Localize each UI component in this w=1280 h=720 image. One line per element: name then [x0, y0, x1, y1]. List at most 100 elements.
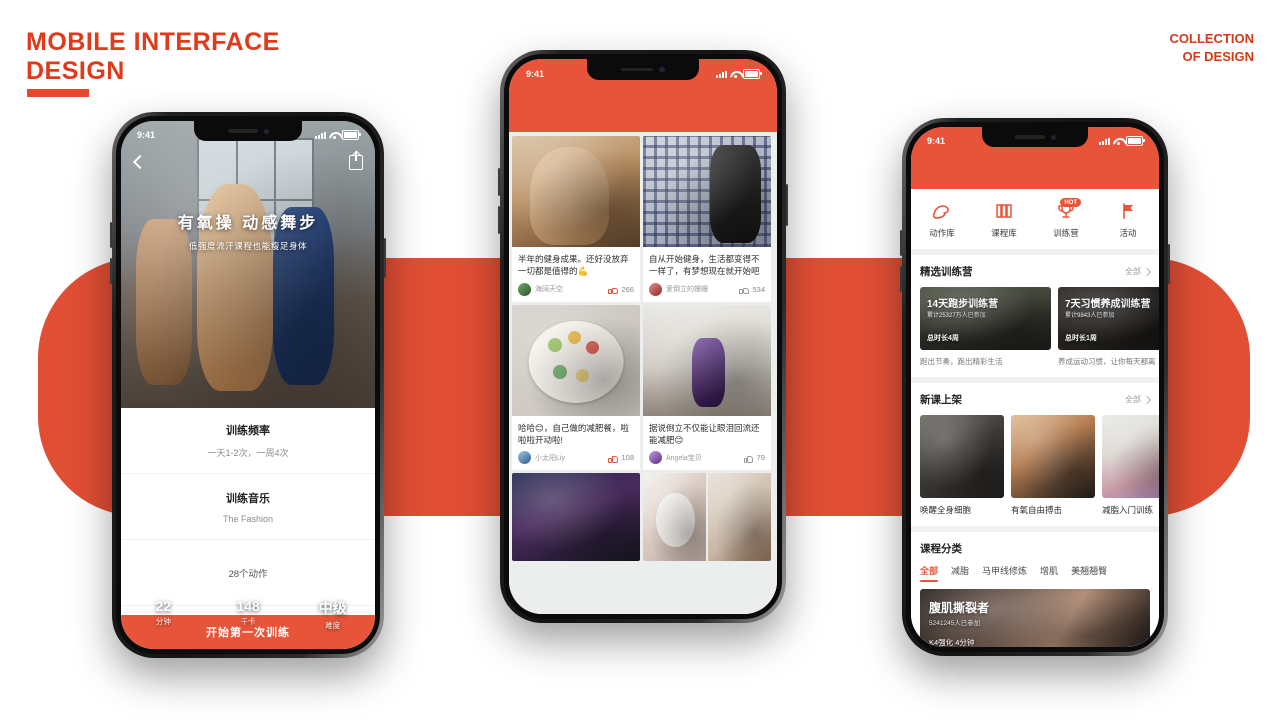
post-author-name: Angela宝贝	[666, 454, 702, 462]
camp-card[interactable]: 14天跑步训练营 累计25327万人已参加 总时长4周 跑出节奏，跑出精彩生活	[920, 287, 1051, 367]
post-photo-diet-meal	[512, 304, 640, 416]
status-time: 9:41	[927, 136, 946, 146]
battery-icon	[1126, 136, 1145, 146]
volume-up-button[interactable]	[900, 230, 902, 256]
camp-joined: 累计9843人已参加	[1065, 313, 1115, 319]
camp-caption: 跑出节奏，跑出精彩生活	[920, 357, 1003, 366]
muscle-icon	[911, 201, 973, 221]
new-course-photo-stretching	[920, 415, 1004, 498]
collection-label: COLLECTION OF DESIGN	[1169, 31, 1255, 64]
section-more-link[interactable]: 全部	[1125, 266, 1152, 277]
feed-card[interactable]: 据说倒立不仅能让眼泪回流还能减肥😊 Angela宝贝 79	[643, 304, 771, 471]
post-photo-muscular-man	[512, 136, 640, 247]
post-author-name: 爱倒立的姗姗	[666, 286, 708, 294]
status-time: 9:41	[137, 130, 156, 140]
category-tab-abs-line[interactable]: 马甲线修炼	[982, 564, 1027, 582]
section-course-categories: 课程分类 全部 减脂 马甲线修炼 增肌 美翘翘臀 腹肌撕裂者 5241245人已…	[911, 532, 1159, 647]
like-control[interactable]: 79	[743, 453, 765, 463]
phone2-notch	[587, 59, 699, 80]
like-count: 108	[621, 453, 634, 463]
stat-calories-label: 千卡	[240, 617, 256, 626]
category-tab-muscle-gain[interactable]: 增肌	[1040, 564, 1058, 582]
quicknav-move-library[interactable]: 动作库	[911, 201, 973, 239]
post-author[interactable]: Angela宝贝	[649, 451, 702, 465]
camp-caption: 养成运动习惯，让你每天都离	[1058, 357, 1156, 366]
category-tab-glutes[interactable]: 美翘翘臀	[1071, 564, 1107, 582]
volume-down-button[interactable]	[110, 258, 112, 284]
volume-up-button[interactable]	[498, 168, 500, 196]
quicknav-training-camp[interactable]: HOT 训练营	[1035, 198, 1097, 239]
info-row-moves-detail: 28个动作	[228, 568, 268, 580]
camp-joined: 累计25327万人已参加	[927, 313, 986, 319]
avatar	[649, 451, 662, 465]
phone1-screen: 9:41 有氧操 动感舞步 低强度流汗课程也能瘦足身体 22 分钟 148 千卡	[121, 121, 375, 649]
new-course-card[interactable]: 唤醒全身细胞	[920, 415, 1004, 516]
earpiece-speaker	[227, 129, 258, 133]
section-header: 课程分类	[920, 541, 1150, 556]
feed-card[interactable]: 自从开始健身，生活都变得不一样了，有梦想现在就开始吧 爱倒立的姗姗 534	[643, 136, 771, 302]
post-author[interactable]: 小太阳Liy	[518, 451, 565, 465]
stat-difficulty: 中级 难度	[290, 598, 375, 631]
section-more-link[interactable]: 全部	[1125, 394, 1152, 405]
new-course-card[interactable]: 有氧自由搏击	[1011, 415, 1095, 516]
title-underline-rule	[27, 89, 89, 97]
post-photo-gym-class	[512, 473, 640, 562]
new-course-photo-boxing	[1011, 415, 1095, 498]
feed-card-partial[interactable]	[512, 473, 640, 562]
info-row-music-heading: 训练音乐	[226, 492, 270, 505]
signal-icon	[315, 131, 326, 139]
feed-card-partial[interactable]	[643, 473, 771, 562]
camp-name: 7天习惯养成训练营	[1065, 299, 1151, 310]
category-tab-all[interactable]: 全部	[920, 564, 939, 582]
post-meta: 爱倒立的姗姗 534	[643, 281, 771, 302]
section-featured-camps: 精选训练营 全部 14天跑步训练营 累计25327万人已参加 总时长4周 跑出节…	[911, 255, 1159, 377]
wifi-icon	[1113, 137, 1123, 145]
feed-card[interactable]: 半年的健身成果。还好没放弃一切都是值得的💪 海阔天空 266	[512, 136, 640, 302]
section-more-label: 全部	[1125, 395, 1141, 404]
course-stats: 22 分钟 148 千卡 中级 难度	[121, 598, 375, 631]
camp-name: 14天跑步训练营	[927, 299, 999, 310]
camp-photo-running: 14天跑步训练营 累计25327万人已参加 总时长4周	[920, 287, 1051, 350]
course-card-abs[interactable]: 腹肌撕裂者 5241245人已参加 K4强化 4分钟	[920, 589, 1150, 647]
stat-duration: 22 分钟	[121, 598, 206, 631]
like-control[interactable]: 108	[608, 453, 634, 463]
section-header: 精选训练营 全部	[920, 264, 1152, 279]
section-header: 新课上架 全部	[920, 392, 1152, 407]
quicknav-activity[interactable]: 活动	[1097, 201, 1159, 239]
wifi-icon	[329, 131, 339, 139]
power-button[interactable]	[384, 238, 386, 278]
signal-icon	[1099, 137, 1110, 145]
phone2-screen: 9:41 社区 热门 关注 美食 达人 生活 半年的健身成果。还好没放弃一切都是…	[509, 59, 777, 614]
post-text: 据说倒立不仅能让眼泪回流还能减肥😊	[649, 422, 760, 445]
info-row-frequency[interactable]: 训练频率 一天1-2次，一周4次	[121, 408, 375, 474]
feed-card[interactable]: 哈哈😊，自己做的减肥餐，啦啦啦开动啦! 小太阳Liy 108	[512, 304, 640, 471]
post-meta: 海阔天空 266	[512, 281, 640, 302]
like-control[interactable]: 266	[608, 284, 634, 295]
volume-down-button[interactable]	[498, 206, 500, 234]
quicknav-course-library[interactable]: 课程库	[973, 201, 1035, 239]
volume-down-button[interactable]	[900, 266, 902, 292]
power-button[interactable]	[786, 184, 788, 226]
stat-difficulty-label: 难度	[325, 621, 341, 630]
thumbs-up-icon	[608, 284, 619, 295]
volume-up-button[interactable]	[110, 222, 112, 248]
new-course-card[interactable]: 减脂入门训练	[1102, 415, 1159, 516]
info-row-music[interactable]: 训练音乐 The Fashion	[121, 474, 375, 540]
new-course-name: 唤醒全身细胞	[920, 505, 972, 515]
info-row-moves[interactable]: 28个动作	[121, 540, 375, 606]
like-control[interactable]: 534	[739, 284, 765, 295]
plate-decor	[528, 321, 624, 404]
quicknav-label: 训练营	[1053, 228, 1079, 238]
share-icon[interactable]	[349, 151, 363, 170]
stat-calories: 148 千卡	[206, 598, 291, 631]
chevron-right-icon	[1142, 395, 1152, 404]
course-subtitle: 低强度流汗课程也能瘦足身体	[188, 241, 308, 251]
back-icon[interactable]	[133, 154, 144, 170]
battery-icon	[743, 69, 762, 79]
power-button[interactable]	[1168, 244, 1170, 284]
post-author[interactable]: 爱倒立的姗姗	[649, 282, 708, 296]
post-text: 半年的健身成果。还好没放弃一切都是值得的💪	[518, 254, 629, 277]
camp-card[interactable]: 7天习惯养成训练营 累计9843人已参加 总时长1周 养成运动习惯，让你每天都离	[1058, 287, 1159, 367]
category-tab-fat-loss[interactable]: 减脂	[951, 564, 969, 582]
post-author[interactable]: 海阔天空	[518, 282, 563, 296]
